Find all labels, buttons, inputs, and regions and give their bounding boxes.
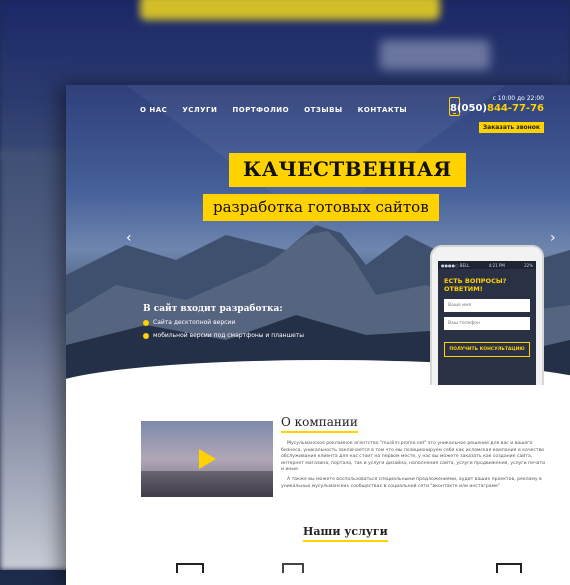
working-hours: с 10:00 до 22:00 <box>492 95 544 102</box>
main-nav: О НАС УСЛУГИ ПОРТФОЛИО ОТЗЫВЫ КОНТАКТЫ <box>140 106 407 114</box>
phone-mockup: ●●●●○ BELL 4:21 PM 22% ЕСТЬ ВОПРОСЫ? ОТВ… <box>430 245 544 385</box>
battery: 22% <box>524 262 533 268</box>
about-paragraph: Мусульманское рекламное агентство "musli… <box>281 441 546 473</box>
blurred-yellow-banner <box>140 0 440 20</box>
development-title: В сайт входит разработка: <box>143 304 283 314</box>
about-title: О компании <box>281 415 358 433</box>
name-field[interactable]: Ваше имя <box>444 299 530 312</box>
form-answer: ОТВЕТИМ! <box>444 285 483 293</box>
phone-number[interactable]: 8(050)844-77-76 <box>450 103 544 114</box>
status-time: 4:21 PM <box>488 262 505 268</box>
contact-block: с 10:00 до 22:00 8(050)844-77-76 Заказат… <box>450 95 544 133</box>
slider-prev-icon[interactable]: ‹ <box>126 230 132 246</box>
bullet-icon <box>143 332 149 339</box>
list-item: Сайта десктопной версии <box>143 319 304 326</box>
status-bar: ●●●●○ BELL 4:21 PM 22% <box>438 261 536 269</box>
about-video-thumbnail[interactable] <box>141 421 273 497</box>
nav-services[interactable]: УСЛУГИ <box>182 106 217 114</box>
service-icon <box>282 563 304 573</box>
blurred-shape <box>380 40 490 70</box>
list-item: мобильной версии под смартфоны и планшет… <box>143 332 304 339</box>
services-title: Наши услуги <box>303 525 388 542</box>
phone-digits: 844-77-76 <box>486 103 544 114</box>
website-mockup: О НАС УСЛУГИ ПОРТФОЛИО ОТЗЫВЫ КОНТАКТЫ с… <box>66 85 570 585</box>
service-icon <box>176 563 204 573</box>
hero-title: КАЧЕСТВЕННАЯ <box>229 153 466 187</box>
bullet-icon <box>143 319 149 326</box>
service-icon <box>496 563 522 573</box>
consultation-button[interactable]: ПОЛУЧИТЬ КОНСУЛЬТАЦИЮ <box>444 342 530 357</box>
hero-section: О НАС УСЛУГИ ПОРТФОЛИО ОТЗЫВЫ КОНТАКТЫ с… <box>66 85 570 385</box>
nav-portfolio[interactable]: ПОРТФОЛИО <box>232 106 289 114</box>
nav-contacts[interactable]: КОНТАКТЫ <box>358 106 407 114</box>
nav-about[interactable]: О НАС <box>140 106 167 114</box>
form-question: ЕСТЬ ВОПРОСЫ? <box>444 277 507 285</box>
about-text: Мусульманское рекламное агентство "musli… <box>281 441 547 493</box>
phone-screen: ●●●●○ BELL 4:21 PM 22% ЕСТЬ ВОПРОСЫ? ОТВ… <box>438 261 536 385</box>
carrier: ●●●●○ BELL <box>441 262 470 268</box>
city-skyline <box>141 471 273 497</box>
phone-field[interactable]: Ваш телефон <box>444 317 530 330</box>
development-list: В сайт входит разработка: Сайта десктопн… <box>143 304 304 345</box>
callback-button[interactable]: Заказать звонок <box>478 122 544 133</box>
hero-subtitle: разработка готовых сайтов <box>203 194 439 221</box>
list-item-label: мобильной версии под смартфоны и планшет… <box>153 332 305 339</box>
phone-prefix: 8(050) <box>450 103 487 114</box>
form-heading: ЕСТЬ ВОПРОСЫ? ОТВЕТИМ! <box>438 269 536 293</box>
list-item-label: Сайта десктопной версии <box>153 319 236 326</box>
slider-next-icon[interactable]: › <box>550 230 556 246</box>
play-icon[interactable] <box>199 449 216 469</box>
nav-reviews[interactable]: ОТЗЫВЫ <box>304 106 343 114</box>
about-paragraph: А также вы можете воспользоваться специа… <box>281 476 542 489</box>
